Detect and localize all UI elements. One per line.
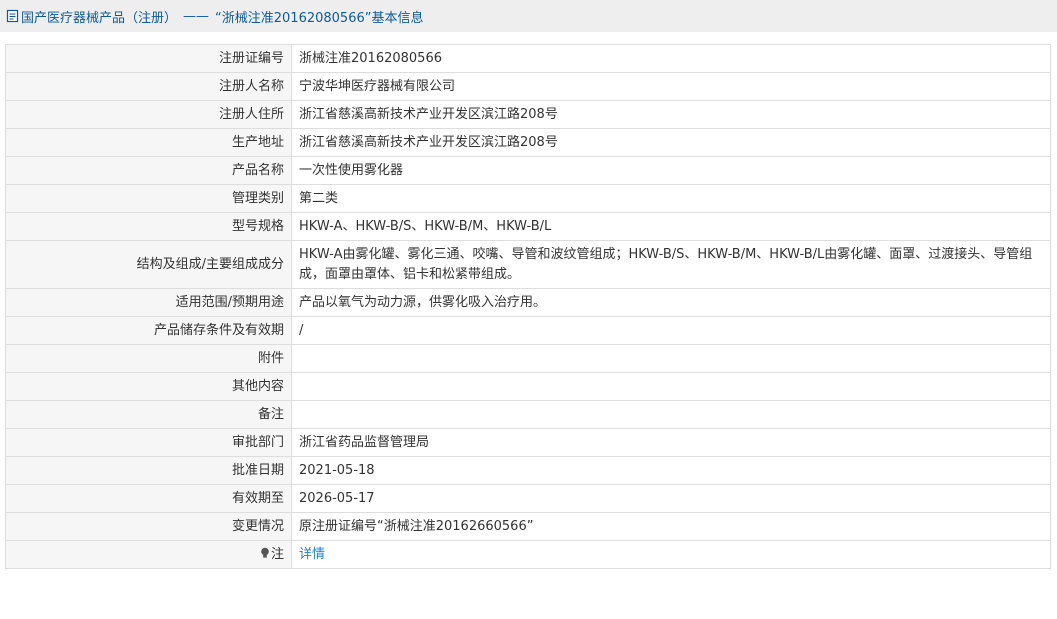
field-label: 生产地址 (5, 128, 292, 157)
field-value: 2026-05-17 (291, 484, 1051, 513)
field-label: 批准日期 (5, 456, 292, 485)
field-label: 审批部门 (5, 428, 292, 457)
table-row: 适用范围/预期用途 产品以氧气为动力源，供雾化吸入治疗用。 (5, 288, 1051, 317)
field-value: HKW-A由雾化罐、雾化三通、咬嘴、导管和波纹管组成；HKW-B/S、HKW-B… (291, 240, 1051, 289)
lightbulb-icon (261, 547, 269, 558)
note-label-cell: 注 (5, 540, 292, 569)
field-value: 浙江省慈溪高新技术产业开发区滨江路208号 (291, 128, 1051, 157)
table-row: 有效期至 2026-05-17 (5, 484, 1051, 513)
table-row: 批准日期 2021-05-18 (5, 456, 1051, 485)
field-value: 一次性使用雾化器 (291, 156, 1051, 185)
field-value: 产品以氧气为动力源，供雾化吸入治疗用。 (291, 288, 1051, 317)
table-row: 附件 (5, 344, 1051, 373)
table-row: 注册人住所 浙江省慈溪高新技术产业开发区滨江路208号 (5, 100, 1051, 129)
table-row: 产品储存条件及有效期 / (5, 316, 1051, 345)
table-row: 管理类别 第二类 (5, 184, 1051, 213)
table-row: 审批部门 浙江省药品监督管理局 (5, 428, 1051, 457)
field-value (291, 372, 1051, 401)
table-row: 变更情况 原注册证编号“浙械注准20162660566” (5, 512, 1051, 541)
field-value: 浙江省慈溪高新技术产业开发区滨江路208号 (291, 100, 1051, 129)
field-label: 型号规格 (5, 212, 292, 241)
info-table-container: 注册证编号 浙械注准20162080566 注册人名称 宁波华坤医疗器械有限公司… (5, 44, 1051, 569)
field-label: 变更情况 (5, 512, 292, 541)
field-value (291, 400, 1051, 429)
field-label: 产品储存条件及有效期 (5, 316, 292, 345)
note-label: 注 (270, 546, 284, 562)
page-title: 国产医疗器械产品（注册） (21, 10, 178, 26)
field-label: 注册证编号 (5, 44, 292, 73)
field-value: / (291, 316, 1051, 345)
details-link[interactable]: 详情 (299, 547, 325, 562)
table-row: 其他内容 (5, 372, 1051, 401)
field-label: 其他内容 (5, 372, 292, 401)
field-value: 2021-05-18 (291, 456, 1051, 485)
field-value: 原注册证编号“浙械注准20162660566” (291, 512, 1051, 541)
info-table: 注册证编号 浙械注准20162080566 注册人名称 宁波华坤医疗器械有限公司… (5, 44, 1051, 569)
field-label: 有效期至 (5, 484, 292, 513)
table-row: 备注 (5, 400, 1051, 429)
field-value: 浙械注准20162080566 (291, 44, 1051, 73)
field-label: 注册人名称 (5, 72, 292, 101)
page-title-bar: 国产医疗器械产品（注册） —— “浙械注准20162080566”基本信息 (0, 0, 1057, 32)
note-row: 注 详情 (5, 540, 1051, 569)
page-subtitle: “浙械注准20162080566”基本信息 (215, 10, 424, 26)
table-row: 注册人名称 宁波华坤医疗器械有限公司 (5, 72, 1051, 101)
field-label: 备注 (5, 400, 292, 429)
field-value: 浙江省药品监督管理局 (291, 428, 1051, 457)
field-value: 第二类 (291, 184, 1051, 213)
document-icon (6, 9, 19, 23)
table-row: 型号规格 HKW-A、HKW-B/S、HKW-B/M、HKW-B/L (5, 212, 1051, 241)
field-label: 注册人住所 (5, 100, 292, 129)
field-label: 产品名称 (5, 156, 292, 185)
field-label: 附件 (5, 344, 292, 373)
table-row: 注册证编号 浙械注准20162080566 (5, 44, 1051, 73)
table-row: 产品名称 一次性使用雾化器 (5, 156, 1051, 185)
field-value (291, 344, 1051, 373)
field-value: 宁波华坤医疗器械有限公司 (291, 72, 1051, 101)
field-label: 管理类别 (5, 184, 292, 213)
table-row: 生产地址 浙江省慈溪高新技术产业开发区滨江路208号 (5, 128, 1051, 157)
table-row: 结构及组成/主要组成成分 HKW-A由雾化罐、雾化三通、咬嘴、导管和波纹管组成；… (5, 240, 1051, 289)
title-separator: —— (183, 8, 210, 24)
note-value-cell: 详情 (291, 540, 1051, 569)
field-label: 适用范围/预期用途 (5, 288, 292, 317)
field-label: 结构及组成/主要组成成分 (5, 240, 292, 289)
field-value: HKW-A、HKW-B/S、HKW-B/M、HKW-B/L (291, 212, 1051, 241)
